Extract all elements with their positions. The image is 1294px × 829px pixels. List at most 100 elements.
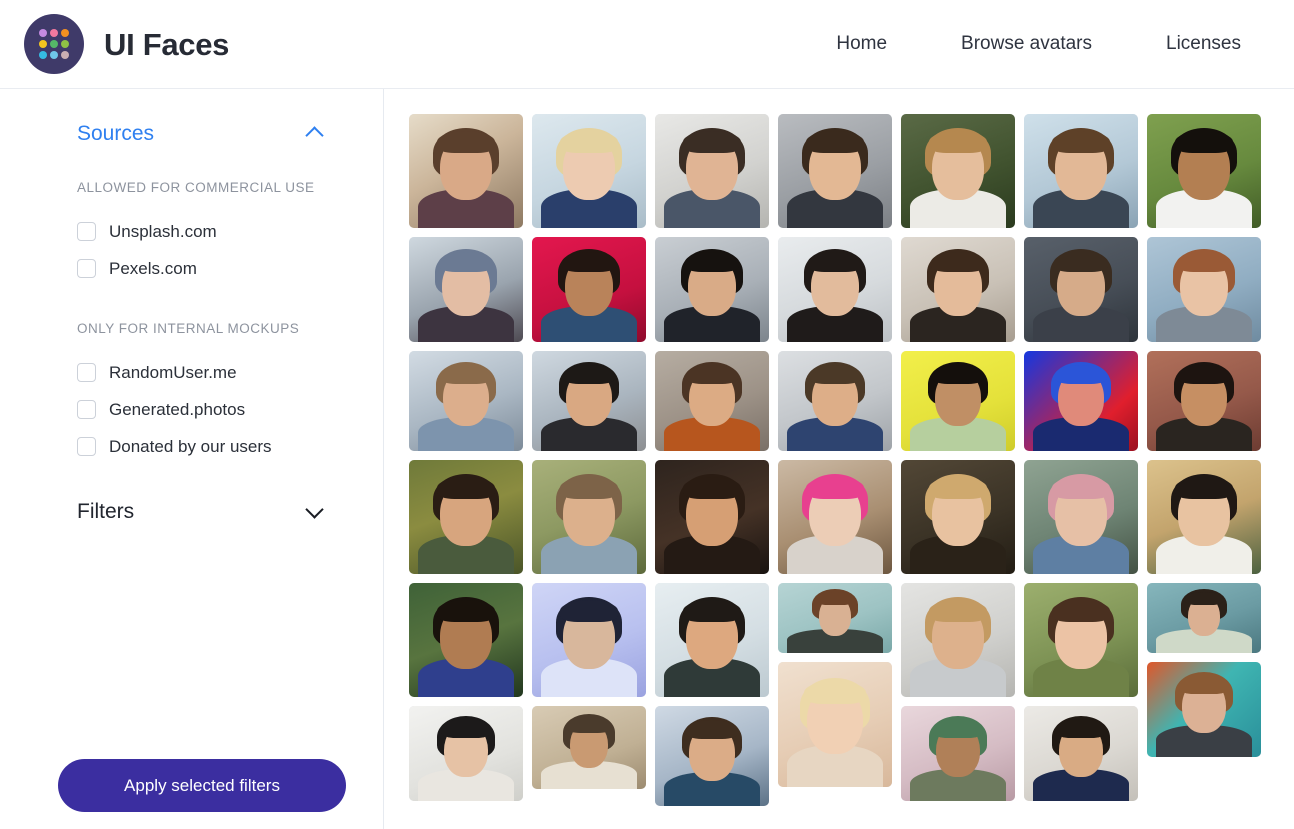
avatar-fringe (1055, 365, 1107, 385)
checkbox-row-generated-photos[interactable]: Generated.photos (77, 391, 345, 428)
brand[interactable]: UI Faces (24, 14, 229, 74)
checkbox-pexels[interactable] (77, 259, 96, 279)
avatar-man-topknot-grey-tee[interactable] (901, 583, 1015, 697)
logo-dot-3 (61, 29, 69, 37)
group-label-commercial: ALLOWED FOR COMMERCIAL USE (77, 180, 315, 196)
filters-section-header[interactable]: Filters (77, 499, 325, 524)
avatar-fringe (682, 599, 742, 622)
avatar-man-dark-top-serious[interactable] (655, 237, 769, 342)
avatar-man-navy-suit-wall[interactable] (1024, 706, 1138, 801)
checkbox-label-donated: Donated by our users (109, 437, 272, 457)
avatar-woman-smiling-studio[interactable] (901, 237, 1015, 342)
avatar-woman-straw-hat-plants[interactable] (1147, 460, 1261, 574)
checkbox-row-randomuser[interactable]: RandomUser.me (77, 354, 345, 391)
avatar-fringe (682, 130, 742, 153)
avatar-man-dark-hair-closeup[interactable] (409, 583, 523, 697)
avatar-woman-blue-backdrop[interactable] (532, 583, 646, 697)
avatar-fringe (563, 365, 615, 385)
avatar-young-man-neutral[interactable] (655, 114, 769, 228)
avatar-woman-neon-blue-red[interactable] (1024, 351, 1138, 451)
avatar-fringe (682, 476, 742, 499)
avatar-fringe (815, 591, 855, 606)
avatar-fringe (441, 719, 491, 738)
avatar-woman-short-black-hair[interactable] (409, 706, 523, 801)
checkbox-row-pexels[interactable]: Pexels.com (77, 250, 345, 287)
avatar-blonde-woman-closeup[interactable] (778, 662, 892, 787)
avatar-man-glasses-tank-top[interactable] (655, 583, 769, 697)
avatar-man-suit-professional[interactable] (778, 114, 892, 228)
avatar-fringe (686, 365, 738, 385)
avatar-woman-teal-room[interactable] (1147, 583, 1261, 653)
avatar-fringe (438, 251, 494, 273)
avatar-fringe (436, 476, 496, 499)
avatar-woman-laughing-open[interactable] (1024, 583, 1138, 697)
nav-link-browse-avatars[interactable]: Browse avatars (961, 33, 1092, 55)
avatar-man-glasses-beard[interactable] (409, 351, 523, 451)
avatar-man-yellow-backdrop[interactable] (901, 351, 1015, 451)
avatar-column-2 (532, 114, 646, 789)
chevron-down-icon[interactable] (305, 506, 325, 518)
checkbox-unsplash[interactable] (77, 222, 96, 242)
avatar-grid (409, 114, 1264, 806)
avatar-fringe (1053, 251, 1109, 273)
avatar-fringe (1178, 365, 1230, 385)
sources-section-header[interactable]: Sources (77, 121, 325, 146)
checkbox-row-unsplash[interactable]: Unsplash.com (77, 213, 345, 250)
avatar-woman-pink-hair-books[interactable] (778, 460, 892, 574)
avatar-man-plaid-shirt-field[interactable] (532, 460, 646, 574)
logo-dot-5 (50, 40, 58, 48)
checkbox-label-unsplash: Unsplash.com (109, 222, 217, 242)
avatar-woman-polka-dot-top[interactable] (901, 114, 1015, 228)
avatar-woman-blue-hair[interactable] (409, 237, 523, 342)
avatar-fringe (805, 476, 865, 499)
avatar-bearded-man-cafe[interactable] (409, 114, 523, 228)
avatar-grid-area (384, 89, 1294, 829)
nav-link-licenses[interactable]: Licenses (1166, 33, 1241, 55)
avatar-fringe (1051, 599, 1111, 622)
avatar-woman-outdoors-smile[interactable] (1024, 114, 1138, 228)
checkbox-donated[interactable] (77, 437, 96, 457)
checkbox-label-generated-photos: Generated.photos (109, 400, 246, 420)
sources-options-commercial: Unsplash.com Pexels.com (77, 213, 345, 287)
avatar-fringe (1184, 591, 1224, 606)
avatar-woman-blonde-portrait[interactable] (901, 460, 1015, 574)
avatar-woman-curly-red-bg[interactable] (532, 237, 646, 342)
avatar-woman-sunglasses-head[interactable] (1147, 351, 1261, 451)
avatar-woman-pink-bob-denim[interactable] (1024, 460, 1138, 574)
avatar-woman-laughing-earring[interactable] (655, 460, 769, 574)
avatar-man-blue-shirt-smile[interactable] (655, 706, 769, 806)
avatar-fringe (561, 251, 617, 273)
avatar-fringe (932, 365, 984, 385)
checkbox-generated-photos[interactable] (77, 400, 96, 420)
avatar-woman-glasses-greenhair[interactable] (901, 706, 1015, 801)
logo-dot-4 (39, 40, 47, 48)
filters-sidebar: Sources ALLOWED FOR COMMERCIAL USE Unspl… (0, 89, 384, 829)
main-navigation: Home Browse avatars Licenses (836, 33, 1241, 55)
avatar-woman-brown-sweater[interactable] (655, 351, 769, 451)
avatar-woman-graffiti-wall[interactable] (1147, 662, 1261, 757)
checkbox-randomuser[interactable] (77, 363, 96, 383)
avatar-woman-auburn-bob[interactable] (1147, 237, 1261, 342)
chevron-up-icon[interactable] (305, 128, 325, 140)
avatar-woman-by-window[interactable] (778, 583, 892, 653)
avatar-man-flat-cap-vintage[interactable] (532, 706, 646, 789)
avatar-blonde-woman-smiling[interactable] (532, 114, 646, 228)
avatar-man-green-jacket-park[interactable] (409, 460, 523, 574)
avatar-column-6 (1024, 114, 1138, 801)
avatar-fringe (928, 476, 988, 499)
checkbox-row-donated[interactable]: Donated by our users (77, 428, 345, 465)
logo-dot-2 (50, 29, 58, 37)
avatar-fringe (933, 719, 983, 738)
avatar-column-4 (778, 114, 892, 787)
nav-link-home[interactable]: Home (836, 33, 887, 55)
avatar-man-grey-background[interactable] (1024, 237, 1138, 342)
avatar-man-quiff-hairstyle[interactable] (532, 351, 646, 451)
avatar-fringe (559, 476, 619, 499)
page-title: UI Faces (104, 26, 230, 62)
avatar-woman-long-dark-hair[interactable] (778, 237, 892, 342)
filters-section-title: Filters (77, 500, 135, 524)
apply-selected-filters-button[interactable]: Apply selected filters (58, 759, 346, 812)
avatar-column-5 (901, 114, 1015, 801)
avatar-man-plaid-check-shirt[interactable] (778, 351, 892, 451)
avatar-man-white-tee-outdoor[interactable] (1147, 114, 1261, 228)
